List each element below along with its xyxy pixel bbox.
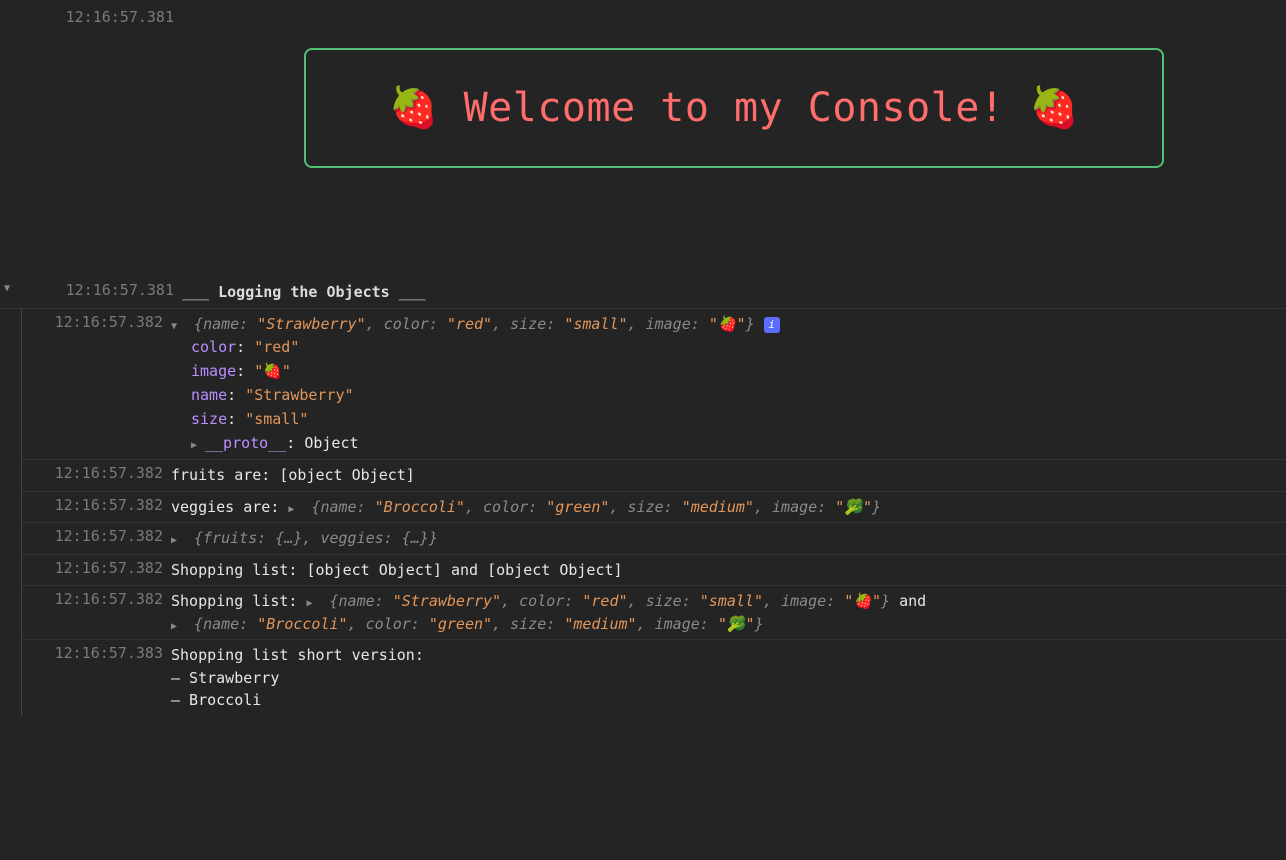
log-prefix: veggies are:: [171, 498, 288, 516]
banner-text: Welcome to my Console!: [464, 85, 1005, 131]
object-preview[interactable]: {name: "Strawberry", color: "red", size:…: [194, 315, 755, 333]
log-text: fruits are: [object Object]: [171, 464, 1286, 487]
object-proto[interactable]: ▶__proto__: Object: [191, 431, 1286, 455]
group-title: ___ Logging the Objects ___: [182, 281, 1286, 304]
console-group-header[interactable]: ▼ 12:16:57.381 ___ Logging the Objects _…: [0, 278, 1286, 309]
chevron-right-icon[interactable]: ▶: [288, 502, 302, 517]
console-row: 12:16:57.382 fruits are: [object Object]: [22, 459, 1286, 491]
timestamp: 12:16:57.382: [22, 590, 171, 608]
info-icon[interactable]: i: [764, 317, 780, 333]
log-text: Shopping list short version:: [171, 644, 1286, 667]
console-row-object-expanded: 12:16:57.382 ▼ {name: "Strawberry", colo…: [22, 309, 1286, 460]
welcome-banner: 🍓 Welcome to my Console! 🍓: [304, 48, 1164, 168]
object-preview[interactable]: {name: "Broccoli", color: "green", size:…: [194, 615, 764, 633]
content: ▼ {name: "Strawberry", color: "red", siz…: [171, 313, 1286, 456]
log-text: – Strawberry: [171, 667, 1286, 690]
timestamp: 12:16:57.382: [22, 559, 171, 577]
timestamp: 12:16:57.382: [22, 464, 171, 482]
strawberry-icon: 🍓: [389, 85, 439, 131]
chevron-down-icon[interactable]: ▼: [171, 319, 185, 334]
timestamp: 12:16:57.382: [22, 313, 171, 331]
timestamp: 12:16:57.381: [22, 281, 182, 299]
chevron-right-icon[interactable]: ▶: [171, 619, 185, 634]
log-text: Shopping list: [object Object] and [obje…: [171, 559, 1286, 582]
object-property[interactable]: image: "🍓": [191, 359, 1286, 383]
group-body: 12:16:57.382 ▼ {name: "Strawberry", colo…: [21, 309, 1286, 716]
object-preview[interactable]: {name: "Broccoli", color: "green", size:…: [311, 498, 881, 516]
console-row: 12:16:57.382 Shopping list: ▶ {name: "St…: [22, 585, 1286, 639]
console-row: 12:16:57.382 Shopping list: [object Obje…: [22, 554, 1286, 586]
chevron-right-icon[interactable]: ▶: [191, 438, 205, 454]
object-preview[interactable]: {name: "Strawberry", color: "red", size:…: [330, 592, 891, 610]
content: ▶ {fruits: {…}, veggies: {…}}: [171, 527, 1286, 550]
timestamp: 12:16:57.383: [22, 644, 171, 662]
content: 🍓 Welcome to my Console! 🍓: [182, 8, 1286, 278]
object-properties: color: "red" image: "🍓" name: "Strawberr…: [171, 335, 1286, 455]
underscores: ___: [399, 283, 426, 301]
group-title-text: Logging the Objects: [218, 283, 399, 301]
and-word: and: [899, 592, 926, 610]
rail: [0, 8, 22, 10]
console-row-top: 12:16:57.381 🍓 Welcome to my Console! 🍓: [0, 0, 1286, 278]
object-property[interactable]: size: "small": [191, 407, 1286, 431]
log-text: – Broccoli: [171, 689, 1286, 712]
chevron-right-icon[interactable]: ▶: [306, 596, 320, 611]
chevron-down-icon[interactable]: ▼: [4, 283, 18, 294]
timestamp: 12:16:57.382: [22, 496, 171, 514]
content: Shopping list: ▶ {name: "Strawberry", co…: [171, 590, 1286, 635]
console-row: 12:16:57.382 veggies are: ▶ {name: "Broc…: [22, 491, 1286, 523]
console-row: 12:16:57.383 Shopping list short version…: [22, 639, 1286, 716]
timestamp: 12:16:57.381: [22, 8, 182, 26]
banner-wrap: 🍓 Welcome to my Console! 🍓: [182, 8, 1286, 278]
object-preview[interactable]: {fruits: {…}, veggies: {…}}: [194, 529, 438, 547]
console-row: 12:16:57.382 ▶ {fruits: {…}, veggies: {……: [22, 522, 1286, 554]
timestamp: 12:16:57.382: [22, 527, 171, 545]
chevron-right-icon[interactable]: ▶: [171, 533, 185, 548]
content: Shopping list short version: – Strawberr…: [171, 644, 1286, 712]
underscores: ___: [182, 283, 209, 301]
content: veggies are: ▶ {name: "Broccoli", color:…: [171, 496, 1286, 519]
rail: ▼: [0, 281, 22, 294]
strawberry-icon: 🍓: [1029, 85, 1079, 131]
object-property[interactable]: name: "Strawberry": [191, 383, 1286, 407]
log-prefix: Shopping list:: [171, 592, 306, 610]
object-property[interactable]: color: "red": [191, 335, 1286, 359]
